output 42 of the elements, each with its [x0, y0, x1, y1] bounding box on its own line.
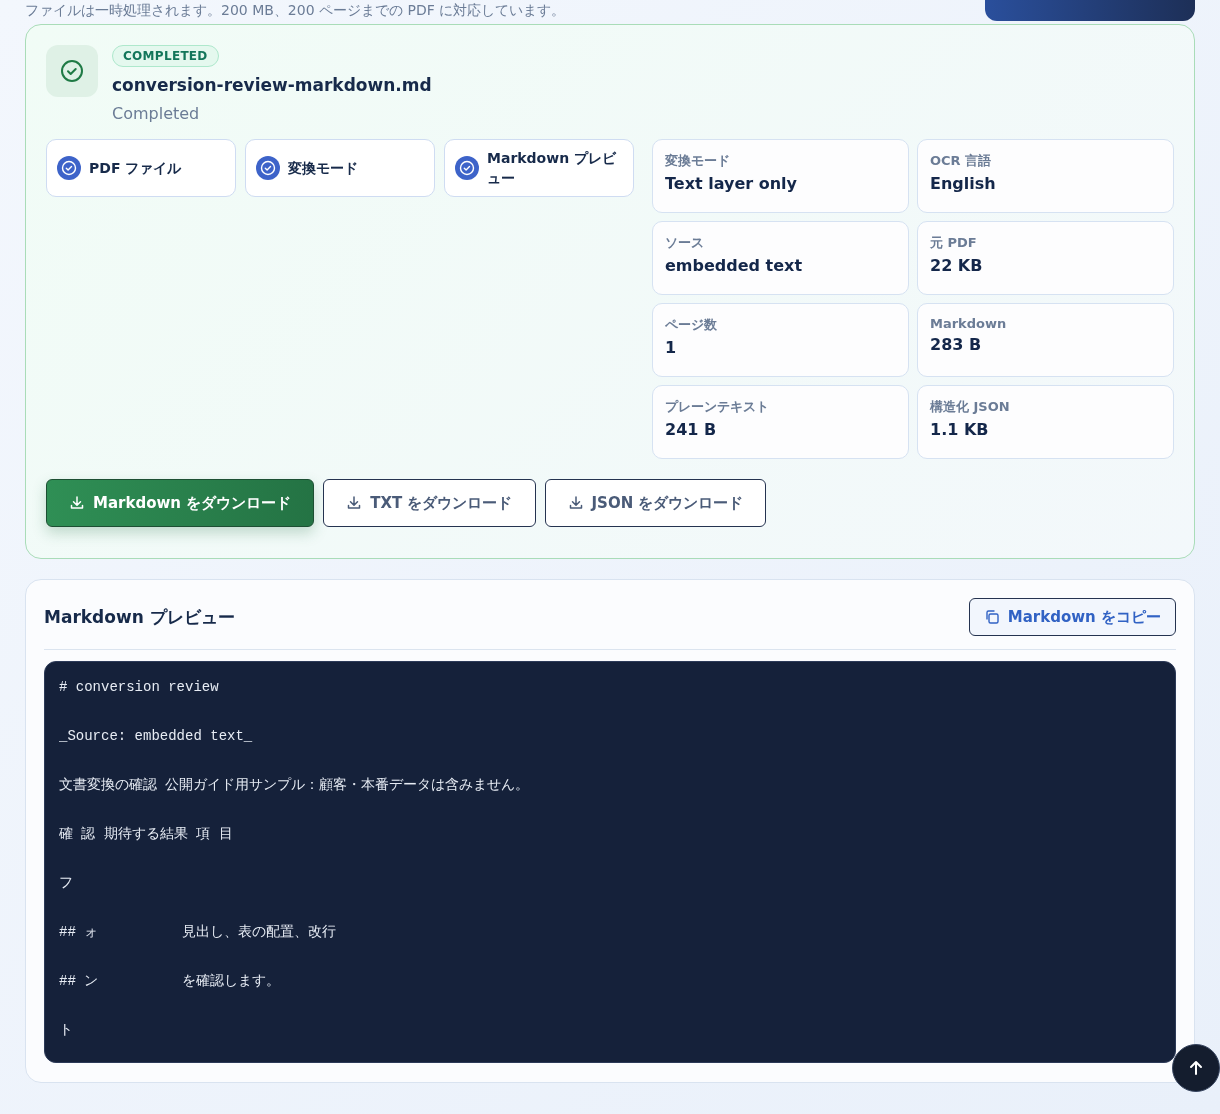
stat-value: 1 [665, 338, 678, 357]
stat-label: OCR 言語 [930, 152, 993, 170]
stat-value: English [930, 174, 997, 193]
stat-label: 構造化 JSON [930, 398, 1011, 416]
stat-label: 元 PDF [930, 234, 978, 252]
download-button[interactable]: Markdown をダウンロード [46, 479, 315, 527]
code-line: _Source: embedded text_ [59, 727, 254, 746]
stat-label: ソース [665, 234, 705, 252]
stat-value: 283 B [930, 335, 983, 354]
code-line: ト [59, 1021, 74, 1040]
step-label: PDF ファイル [89, 159, 182, 178]
stat-value: Text layer only [665, 174, 798, 193]
stat-label: Markdown [930, 316, 1008, 331]
code-line: 確 認 期待する結果 項 目 [59, 825, 234, 844]
step-label: Markdown プレビュー [487, 149, 617, 188]
copy-icon [983, 609, 1000, 625]
upload-note: ファイルは一時処理されます。200 MB、200 ページまでの PDF に対応しています。 [25, 1, 566, 20]
preview-title: Markdown プレビュー [44, 605, 235, 629]
stat-value: 241 B [665, 420, 718, 439]
download-icon [69, 495, 85, 511]
stat-value: 1.1 KB [930, 420, 990, 439]
code-line: ## ォ 見出し、表の配置、改行 [59, 923, 338, 942]
download-icon [346, 495, 363, 511]
stat-value: 22 KB [930, 256, 984, 275]
download-button[interactable]: TXT をダウンロード [323, 479, 536, 527]
stat-label: 変換モード [665, 152, 731, 170]
code-line: フ [59, 874, 74, 893]
code-line: ## ン を確認します。 [59, 972, 282, 991]
stat-label: ページ数 [665, 316, 718, 334]
download-button[interactable]: JSON をダウンロード [544, 479, 767, 527]
stat-label: プレーンテキスト [665, 398, 770, 416]
code-line: # conversion review [59, 678, 220, 697]
check-circle-icon [60, 59, 84, 83]
stat-value: embedded text [665, 256, 804, 275]
copy-button[interactable]: Markdown をコピー [968, 598, 1176, 636]
download-icon [567, 495, 584, 511]
file-name: conversion-review-markdown.md [112, 75, 432, 95]
code-line: 文書変換の確認 公開ガイド用サンプル：顧客・本番データは含みません。 [59, 776, 531, 795]
status-badge: COMPLETED [112, 45, 219, 67]
step-label: 変換モード [288, 159, 358, 178]
scroll-to-top-button[interactable] [1172, 1044, 1220, 1092]
status-text: Completed [112, 104, 200, 123]
